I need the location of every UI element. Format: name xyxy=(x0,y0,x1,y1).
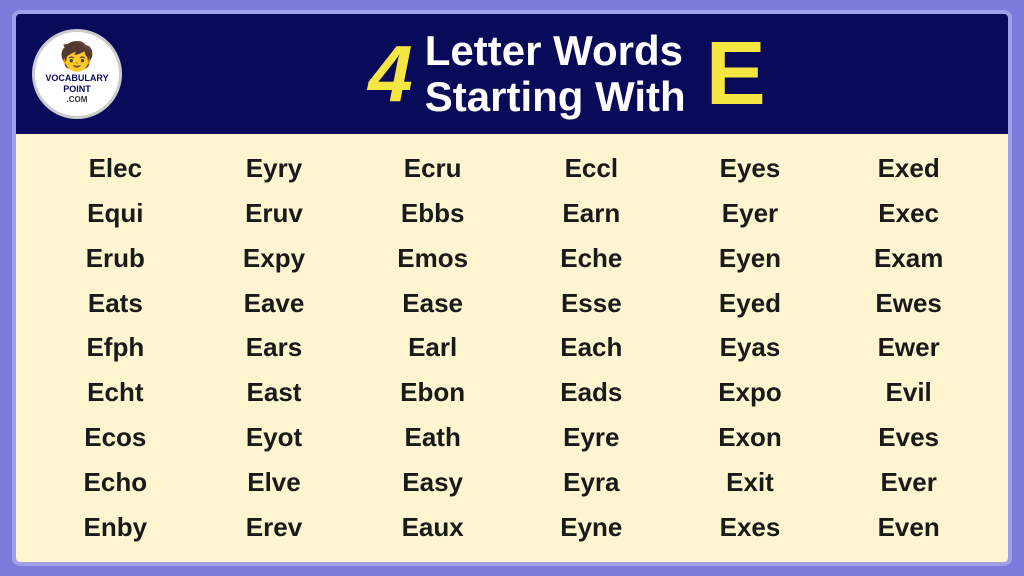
word-row: EchtEastEbonEadsExpoEvil xyxy=(36,373,988,412)
logo-icon: 🧒 xyxy=(60,43,95,71)
word-cell: East xyxy=(195,373,354,412)
word-cell: Eyen xyxy=(671,239,830,278)
word-cell: Erev xyxy=(195,508,354,547)
word-cell: Eath xyxy=(353,418,512,457)
word-cell: Enby xyxy=(36,508,195,547)
title-line2: Starting With xyxy=(425,74,686,120)
word-cell: Exam xyxy=(829,239,988,278)
word-row: ElecEyryEcruEcclEyesExed xyxy=(36,149,988,188)
word-cell: Ebon xyxy=(353,373,512,412)
word-cell: Eats xyxy=(36,284,195,323)
title-text: Letter Words Starting With xyxy=(425,28,686,120)
logo-text: VOCABULARY POINT .COM xyxy=(45,73,108,104)
word-cell: Eyas xyxy=(671,328,830,367)
word-cell: Ecru xyxy=(353,149,512,188)
word-cell: Exes xyxy=(671,508,830,547)
word-row: EatsEaveEaseEsseEyedEwes xyxy=(36,284,988,323)
word-cell: Expy xyxy=(195,239,354,278)
word-cell: Even xyxy=(829,508,988,547)
word-cell: Elve xyxy=(195,463,354,502)
word-cell: Echt xyxy=(36,373,195,412)
word-cell: Ears xyxy=(195,328,354,367)
word-cell: Ebbs xyxy=(353,194,512,233)
letter-e: E xyxy=(706,29,766,119)
word-cell: Efph xyxy=(36,328,195,367)
title-line1: Letter Words xyxy=(425,28,686,74)
word-row: EchoElveEasyEyraExitEver xyxy=(36,463,988,502)
word-cell: Eyra xyxy=(512,463,671,502)
word-cell: Eyes xyxy=(671,149,830,188)
word-cell: Emos xyxy=(353,239,512,278)
word-cell: Eyry xyxy=(195,149,354,188)
word-row: EfphEarsEarlEachEyasEwer xyxy=(36,328,988,367)
word-cell: Easy xyxy=(353,463,512,502)
word-row: ErubExpyEmosEcheEyenExam xyxy=(36,239,988,278)
word-cell: Exon xyxy=(671,418,830,457)
word-cell: Eaux xyxy=(353,508,512,547)
word-cell: Eyed xyxy=(671,284,830,323)
header: 🧒 VOCABULARY POINT .COM 4 Letter Words S… xyxy=(16,14,1008,134)
word-cell: Earl xyxy=(353,328,512,367)
word-cell: Eads xyxy=(512,373,671,412)
word-cell: Eyot xyxy=(195,418,354,457)
logo: 🧒 VOCABULARY POINT .COM xyxy=(32,29,122,119)
word-cell: Ewes xyxy=(829,284,988,323)
word-cell: Echo xyxy=(36,463,195,502)
word-cell: Eche xyxy=(512,239,671,278)
number-four: 4 xyxy=(368,34,413,114)
word-cell: Exec xyxy=(829,194,988,233)
word-grid: ElecEyryEcruEcclEyesExed EquiEruvEbbsEarn… xyxy=(16,134,1008,562)
word-cell: Expo xyxy=(671,373,830,412)
word-cell: Ewer xyxy=(829,328,988,367)
word-cell: Each xyxy=(512,328,671,367)
word-cell: Ease xyxy=(353,284,512,323)
word-cell: Evil xyxy=(829,373,988,412)
word-row: EnbyErevEauxEyneExesEven xyxy=(36,508,988,547)
word-cell: Equi xyxy=(36,194,195,233)
word-cell: Eave xyxy=(195,284,354,323)
header-title: 4 Letter Words Starting With E xyxy=(142,28,992,120)
word-cell: Eyer xyxy=(671,194,830,233)
word-cell: Exit xyxy=(671,463,830,502)
word-cell: Ecos xyxy=(36,418,195,457)
word-cell: Erub xyxy=(36,239,195,278)
word-cell: Eruv xyxy=(195,194,354,233)
word-cell: Eyre xyxy=(512,418,671,457)
word-cell: Eccl xyxy=(512,149,671,188)
word-cell: Earn xyxy=(512,194,671,233)
word-cell: Eyne xyxy=(512,508,671,547)
word-cell: Eves xyxy=(829,418,988,457)
word-row: EcosEyotEathEyreExonEves xyxy=(36,418,988,457)
word-row: EquiEruvEbbsEarnEyerExec xyxy=(36,194,988,233)
word-cell: Ever xyxy=(829,463,988,502)
main-container: 🧒 VOCABULARY POINT .COM 4 Letter Words S… xyxy=(12,10,1012,566)
word-cell: Esse xyxy=(512,284,671,323)
word-cell: Exed xyxy=(829,149,988,188)
word-cell: Elec xyxy=(36,149,195,188)
